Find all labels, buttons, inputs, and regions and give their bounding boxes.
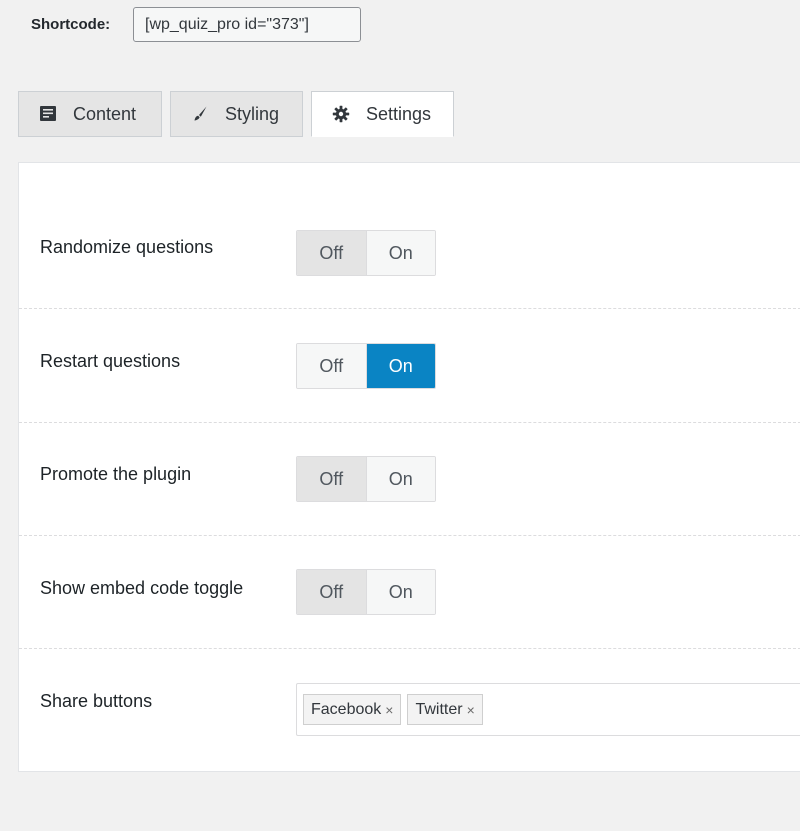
tab-settings[interactable]: Settings [311, 91, 454, 137]
tab-bar: Content Styling Settings [18, 91, 454, 137]
remove-tag-icon[interactable]: × [467, 702, 475, 718]
setting-label: Randomize questions [40, 237, 214, 257]
toggle-on-option[interactable]: On [365, 570, 435, 614]
toggle-on-option[interactable]: On [365, 457, 435, 501]
tab-content[interactable]: Content [18, 91, 162, 137]
brush-icon [191, 105, 209, 123]
gear-icon [332, 105, 350, 123]
toggle-on-option[interactable]: On [365, 344, 435, 388]
setting-row-share: Share buttons Facebook × Twitter × [19, 649, 800, 762]
setting-label: Restart questions [40, 351, 181, 371]
setting-label: Show embed code toggle [40, 578, 244, 598]
toggle-on-option[interactable]: On [365, 231, 435, 275]
share-tag-twitter: Twitter × [407, 694, 483, 725]
shortcode-field[interactable]: [wp_quiz_pro id="373"] [133, 7, 361, 42]
shortcode-label: Shortcode: [31, 16, 111, 33]
tag-label: Twitter [415, 700, 463, 718]
show-embed-code-toggle: Off On [296, 569, 436, 615]
tab-settings-label: Settings [366, 103, 432, 124]
share-tag-facebook: Facebook × [303, 694, 402, 725]
tab-content-label: Content [73, 103, 137, 124]
toggle-off-option[interactable]: Off [297, 231, 366, 275]
setting-label: Share buttons [40, 691, 153, 711]
tab-styling-label: Styling [225, 103, 280, 124]
promote-plugin-toggle: Off On [296, 456, 436, 502]
setting-row-randomize: Randomize questions Off On [19, 196, 800, 309]
restart-questions-toggle: Off On [296, 343, 436, 389]
setting-row-embed: Show embed code toggle Off On [19, 536, 800, 649]
remove-tag-icon[interactable]: × [385, 702, 393, 718]
tab-styling[interactable]: Styling [170, 91, 303, 137]
setting-label: Promote the plugin [40, 464, 192, 484]
toggle-off-option[interactable]: Off [297, 570, 366, 614]
tag-label: Facebook [311, 700, 382, 718]
toggle-off-option[interactable]: Off [297, 344, 366, 388]
document-icon [39, 105, 57, 123]
shortcode-row: Shortcode: [wp_quiz_pro id="373"] [31, 6, 361, 43]
setting-row-restart: Restart questions Off On [19, 310, 800, 423]
randomize-questions-toggle: Off On [296, 230, 436, 276]
settings-panel: Randomize questions Off On Restart quest… [18, 162, 800, 772]
setting-row-promote: Promote the plugin Off On [19, 423, 800, 536]
share-buttons-field[interactable]: Facebook × Twitter × [296, 683, 800, 736]
toggle-off-option[interactable]: Off [297, 457, 366, 501]
